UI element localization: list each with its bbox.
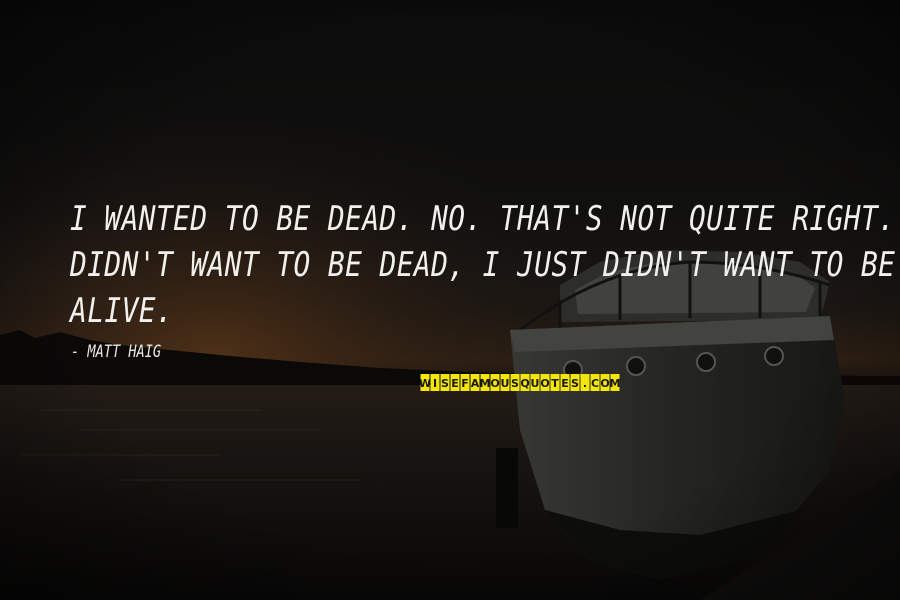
watermark-letter: O	[600, 377, 609, 390]
watermark-letter: S	[441, 377, 449, 390]
quote-text: I WANTED TO BE DEAD. NO. THAT'S NOT QUIT…	[70, 196, 900, 334]
watermark-letter: I	[433, 377, 437, 390]
quote-line: ALIVE.	[70, 291, 174, 331]
watermark-letter: M	[610, 377, 620, 390]
watermark-letter: S	[511, 377, 519, 390]
watermark-letter: .	[583, 377, 587, 390]
quote-line: DIDN'T WANT TO BE DEAD, I JUST DIDN'T WA…	[70, 245, 896, 285]
quote-author: - MATT HAIG	[71, 342, 162, 362]
watermark-letter: T	[551, 377, 559, 390]
watermark-letter: U	[531, 377, 540, 390]
watermark-letter: U	[501, 377, 510, 390]
watermark-letter: M	[480, 377, 491, 390]
watermark-letter: S	[571, 377, 579, 390]
watermark-logo: WISEFAMOUSQUOTES.COM	[420, 374, 620, 391]
watermark-letter: W	[420, 377, 431, 390]
quote-line: I WANTED TO BE DEAD. NO. THAT'S NOT QUIT…	[70, 199, 900, 239]
watermark-letter: A	[471, 377, 480, 390]
watermark-letter: E	[451, 377, 459, 390]
watermark-letter: O	[490, 377, 499, 390]
watermark-letter: O	[540, 377, 549, 390]
watermark-letter: E	[561, 377, 569, 390]
watermark-letter: F	[461, 377, 469, 390]
watermark-letter: Q	[520, 377, 529, 390]
watermark-letter: C	[591, 377, 599, 390]
